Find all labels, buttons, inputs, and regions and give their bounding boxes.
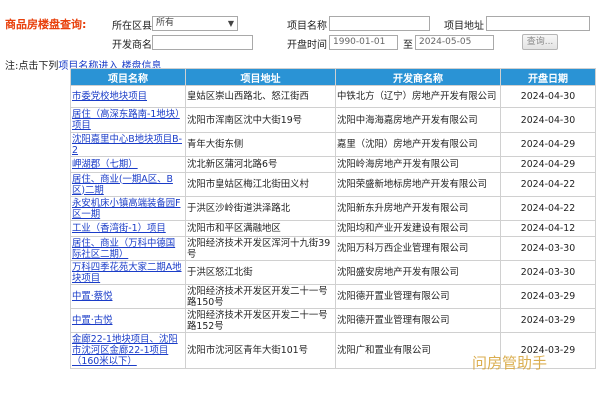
district-value: 所有 [156,18,175,28]
developer-name: 沈阳新东升房地产开发有限公司 [335,196,501,221]
developer-input[interactable] [152,35,253,50]
project-name-link[interactable]: 万科四季花苑大家二期A地块项目 [70,260,186,285]
developer-label: 开发商名 [112,40,152,51]
open-date: 2024-04-12 [500,220,596,237]
table-row: 工业（香湾街-1）项目 沈阳市和平区满融地区 沈阳均和产业开发建设有限公司 20… [70,220,596,237]
developer-name: 沈阳盛安房地产开发有限公司 [335,260,501,285]
developer-name: 沈阳岭海房地产开发有限公司 [335,156,501,173]
table-row: 中置·古悦 沈阳经济技术开发区开发二十一号路152号 沈阳德开置业管理有限公司 … [70,308,596,333]
open-date: 2024-03-30 [500,236,596,261]
district-label: 所在区县 [112,21,152,32]
project-name-link[interactable]: 居住、商业(一期A区、B区)二期 [70,172,186,197]
developer-name: 沈阳荣盛新地标房地产开发有限公司 [335,172,501,197]
watermark: 问房管助手 [472,354,548,372]
project-address: 沈北新区蒲河北路6号 [185,156,336,173]
developer-name: 沈阳德开置业管理有限公司 [335,284,501,309]
developer-name: 沈阳中海海嘉房地产开发有限公司 [335,107,501,133]
table-row: 市委党校地块项目 皇姑区崇山西路北、怒江街西 中铁北方（辽宁）房地产开发有限公司… [70,85,596,108]
table-row: 万科四季花苑大家二期A地块项目 于洪区怒江北街 沈阳盛安房地产开发有限公司 20… [70,260,596,285]
table-row: 居住（高深东路南-1地块）项目 沈阳市浑南区沈中大街19号 沈阳中海海嘉房地产开… [70,107,596,133]
project-name-link[interactable]: 工业（香湾街-1）项目 [70,220,186,237]
date-from-input[interactable]: 1990-01-01 [329,35,398,50]
project-name-label: 项目名称 [287,21,327,32]
open-date: 2024-04-29 [500,132,596,157]
developer-name: 沈阳万科万西企业管理有限公司 [335,236,501,261]
to-label: 至 [403,40,413,51]
open-date: 2024-03-30 [500,260,596,285]
project-address: 沈阳市皇姑区梅江北街田义村 [185,172,336,197]
project-address: 于洪区怒江北街 [185,260,336,285]
project-name-input[interactable] [329,16,430,31]
project-name-link[interactable]: 沈阳嘉里中心B地块项目B-2 [70,132,186,157]
project-name-link[interactable]: 金廊22-1地块项目、沈阳市沈河区金廊22-1项目（160米以下） [70,332,186,369]
project-name-link[interactable]: 中置·蔡悦 [70,284,186,309]
project-name-link[interactable]: 市委党校地块项目 [70,85,186,108]
table-row: 居住、商业(一期A区、B区)二期 沈阳市皇姑区梅江北街田义村 沈阳荣盛新地标房地… [70,172,596,197]
header-project-address: 项目地址 [185,68,336,86]
project-address: 沈阳市沈河区青年大街101号 [185,332,336,369]
open-date: 2024-03-29 [500,284,596,309]
open-date: 2024-03-29 [500,308,596,333]
table-header-row: 项目名称 项目地址 开发商名称 开盘日期 [70,68,596,86]
search-panel: 商品房楼盘查询: 所在区县 所有 ▼ 项目名称 项目地址 开发商名 开盘时间 1… [0,0,600,56]
project-address: 沈阳经济技术开发区浑河十九街39号 [185,236,336,261]
developer-name: 中铁北方（辽宁）房地产开发有限公司 [335,85,501,108]
project-address: 于洪区沙岭街道洪泽路北 [185,196,336,221]
project-name-link[interactable]: 居住（高深东路南-1地块）项目 [70,107,186,133]
project-address: 青年大街东侧 [185,132,336,157]
note-prefix: 注:点击下列 [5,61,59,72]
table-row: 居住、商业（万科中德国际社区二期） 沈阳经济技术开发区浑河十九街39号 沈阳万科… [70,236,596,261]
project-address: 沈阳经济技术开发区开发二十一号路150号 [185,284,336,309]
project-name-link[interactable]: 岬湖郡（七期） [70,156,186,173]
chevron-down-icon: ▼ [227,19,234,28]
project-addr-input[interactable] [486,16,590,31]
open-date: 2024-04-29 [500,156,596,173]
project-name-link[interactable]: 永安机床小镇高端装备园F区一期 [70,196,186,221]
table-row: 永安机床小镇高端装备园F区一期 于洪区沙岭街道洪泽路北 沈阳新东升房地产开发有限… [70,196,596,221]
date-to-input[interactable]: 2024-05-05 [415,35,494,50]
district-select[interactable]: 所有 ▼ [152,16,238,31]
open-time-label: 开盘时间 [287,40,327,51]
project-table: 项目名称 项目地址 开发商名称 开盘日期 市委党校地块项目 皇姑区崇山西路北、怒… [70,68,596,369]
header-project-name: 项目名称 [70,68,186,86]
project-address: 皇姑区崇山西路北、怒江街西 [185,85,336,108]
project-name-link[interactable]: 居住、商业（万科中德国际社区二期） [70,236,186,261]
query-button[interactable]: 查询... [522,34,558,50]
header-open-date: 开盘日期 [500,68,596,86]
project-address: 沈阳市浑南区沈中大街19号 [185,107,336,133]
project-address: 沈阳市和平区满融地区 [185,220,336,237]
developer-name: 沈阳均和产业开发建设有限公司 [335,220,501,237]
open-date: 2024-04-30 [500,107,596,133]
search-title: 商品房楼盘查询: [5,18,87,31]
open-date: 2024-04-30 [500,85,596,108]
header-developer: 开发商名称 [335,68,501,86]
developer-name: 沈阳德开置业管理有限公司 [335,308,501,333]
table-row: 中置·蔡悦 沈阳经济技术开发区开发二十一号路150号 沈阳德开置业管理有限公司 … [70,284,596,309]
table-row: 岬湖郡（七期） 沈北新区蒲河北路6号 沈阳岭海房地产开发有限公司 2024-04… [70,156,596,173]
table-row: 沈阳嘉里中心B地块项目B-2 青年大街东侧 嘉里（沈阳）房地产开发有限公司 20… [70,132,596,157]
project-addr-label: 项目地址 [444,21,484,32]
open-date: 2024-04-22 [500,172,596,197]
project-name-link[interactable]: 中置·古悦 [70,308,186,333]
developer-name: 嘉里（沈阳）房地产开发有限公司 [335,132,501,157]
project-address: 沈阳经济技术开发区开发二十一号路152号 [185,308,336,333]
open-date: 2024-04-22 [500,196,596,221]
